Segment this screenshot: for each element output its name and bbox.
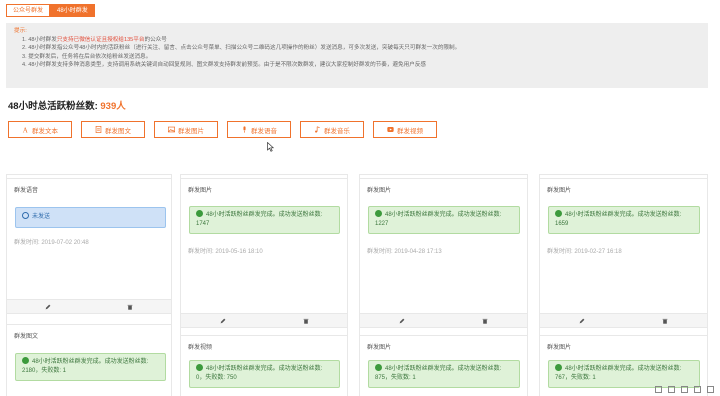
restore-icon[interactable] (668, 386, 675, 393)
window-controls (655, 386, 714, 393)
check-circle-icon (22, 357, 29, 364)
check-circle-icon (375, 210, 382, 217)
microphone-icon (243, 126, 246, 133)
trash-icon (303, 318, 308, 324)
status-notice: 48小时活跃粉丝群发完成。成功发送粉丝数: 875，失败数: 1 (368, 360, 520, 388)
tab-official-account-broadcast[interactable]: 公众号群发 (6, 4, 51, 17)
fans-label: 48小时总活跃粉丝数: (8, 101, 98, 112)
trash-icon (662, 318, 668, 324)
card-type: 群发视频 (188, 345, 213, 351)
page-root: { "tabs": ["公众号群发", "48小时群发"], "tips": {… (0, 0, 720, 396)
tip-line-4: 4. 48小时群发支持多种消息类型，支持调用系统关键词自动回复规则、图文群发支持… (22, 62, 427, 69)
card-type: 群发语音 (14, 188, 39, 194)
fullscreen-icon[interactable] (694, 386, 701, 393)
broadcast-card: 群发图文 48小时活跃粉丝群发完成。成功发送粉丝数: 2180，失败数: 1 (6, 324, 172, 396)
card-time: 群发时间: 2019-05-16 18:10 (188, 249, 263, 255)
check-circle-icon (196, 364, 203, 371)
edit-button[interactable] (7, 300, 89, 313)
broadcast-actions: A 群发文本 群发图文 群发图片 群发语音 群发音乐 群发视频 (8, 121, 437, 138)
card-footer (181, 313, 347, 327)
status-notice: 48小时活跃粉丝群发完成。成功发送粉丝数: 1227 (368, 206, 520, 234)
status-notice: 48小时活跃粉丝群发完成。成功发送粉丝数: 0，失败数: 750 (189, 360, 340, 388)
broadcast-card: 群发图片 48小时活跃粉丝群发完成。成功发送粉丝数: 1227 群发时间: 20… (359, 178, 528, 328)
status-notice: 48小时活跃粉丝群发完成。成功发送粉丝数: 1747 (189, 206, 340, 234)
tab-48h-broadcast[interactable]: 48小时群发 (50, 4, 95, 17)
tip-line-1: 1. 48小时群发只支持已微信认证且授权给135平台的公众号 (22, 36, 167, 43)
card-time: 群发时间: 2019-07-02 20:48 (14, 240, 89, 246)
broadcast-card: 群发图片 48小时活跃粉丝群发完成。成功发送粉丝数: 1659 群发时间: 20… (539, 178, 708, 328)
card-type: 群发图片 (547, 345, 572, 351)
delete-button[interactable] (624, 314, 708, 327)
article-icon (95, 126, 102, 133)
check-circle-icon (555, 364, 562, 371)
card-type: 群发图片 (188, 188, 213, 194)
trash-icon (482, 318, 488, 324)
status-notice: 48小时活跃粉丝群发完成。成功发送粉丝数: 767，失败数: 1 (548, 360, 700, 388)
check-circle-icon (555, 210, 562, 217)
broadcast-video-button[interactable]: 群发视频 (373, 121, 437, 138)
trash-icon (127, 304, 133, 310)
tips-box: 提示: 1. 48小时群发只支持已微信认证且授权给135平台的公众号 2. 48… (6, 23, 708, 88)
tip-line-2: 2. 48小时群发指公众号48小时内的活跃粉丝（进行关注、留言、点击公众号菜单、… (22, 45, 461, 52)
expand-icon[interactable] (707, 386, 714, 393)
clock-icon (22, 212, 29, 219)
card-time: 群发时间: 2019-02-27 16:18 (547, 249, 622, 255)
copy-icon[interactable] (655, 386, 662, 393)
status-notice: 48小时活跃粉丝群发完成。成功发送粉丝数: 2180，失败数: 1 (15, 353, 166, 381)
pencil-icon (45, 304, 51, 309)
pencil-icon (399, 318, 405, 323)
broadcast-text-button[interactable]: A 群发文本 (8, 121, 72, 138)
tip-line-3: 3. 提交群发后，任务将在后台依次给粉丝发送消息。 (22, 53, 152, 60)
broadcast-card: 群发图片 48小时活跃粉丝群发完成。成功发送粉丝数: 1747 群发时间: 20… (180, 178, 348, 328)
delete-button[interactable] (264, 314, 347, 327)
check-circle-icon (375, 364, 382, 371)
delete-button[interactable] (89, 300, 171, 313)
broadcast-image-button[interactable]: 群发图片 (154, 121, 218, 138)
pencil-icon (220, 318, 225, 323)
edit-button[interactable] (181, 314, 264, 327)
broadcast-card: 群发图片 48小时活跃粉丝群发完成。成功发送粉丝数: 875，失败数: 1 (359, 335, 528, 396)
card-type: 群发图片 (367, 188, 392, 194)
check-circle-icon (196, 210, 203, 217)
svg-text:A: A (23, 126, 28, 133)
card-footer (540, 313, 707, 327)
card-type: 群发图文 (14, 334, 39, 340)
text-icon: A (23, 126, 28, 133)
broadcast-article-button[interactable]: 群发图文 (81, 121, 145, 138)
tips-title: 提示: (14, 28, 27, 34)
card-type: 群发图片 (547, 188, 572, 194)
pencil-icon (579, 318, 585, 323)
mouse-cursor-icon (267, 142, 274, 152)
music-icon (315, 126, 320, 133)
broadcast-voice-button[interactable]: 群发语音 (227, 121, 291, 138)
tab-bar: 公众号群发 48小时群发 (6, 4, 95, 17)
broadcast-card: 群发视频 48小时活跃粉丝群发完成。成功发送粉丝数: 0，失败数: 750 (180, 335, 348, 396)
broadcast-music-button[interactable]: 群发音乐 (300, 121, 364, 138)
edit-button[interactable] (360, 314, 444, 327)
status-notice: 48小时活跃粉丝群发完成。成功发送粉丝数: 1659 (548, 206, 700, 234)
card-footer (7, 299, 171, 313)
status-notice: 未发送 (15, 207, 166, 228)
video-icon (387, 127, 394, 132)
image-icon (168, 126, 175, 133)
card-time: 群发时间: 2019-04-28 17:13 (367, 249, 442, 255)
card-type: 群发图片 (367, 345, 392, 351)
fans-value: 939人 (100, 101, 126, 112)
broadcast-card: 群发语音 未发送 群发时间: 2019-07-02 20:48 (6, 178, 172, 314)
card-footer (360, 313, 527, 327)
active-fans-count: 48小时总活跃粉丝数: 939人 (8, 98, 126, 112)
edit-button[interactable] (540, 314, 624, 327)
delete-button[interactable] (444, 314, 528, 327)
window-icon[interactable] (681, 386, 688, 393)
